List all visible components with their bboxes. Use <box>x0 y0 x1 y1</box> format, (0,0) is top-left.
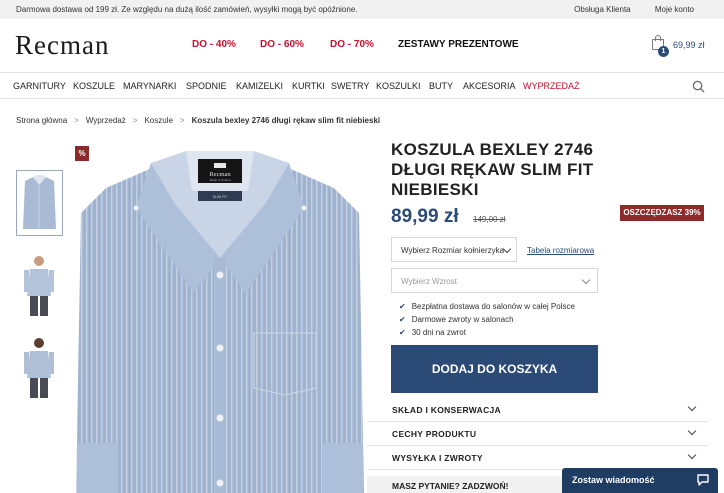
logo[interactable]: Recman <box>15 30 109 61</box>
shirt-thumbnail-image <box>23 175 56 229</box>
chevron-down-icon <box>687 426 697 436</box>
logo-text: Recman <box>15 30 110 60</box>
breadcrumb-separator: > <box>74 116 79 125</box>
model-front-image <box>24 256 54 316</box>
promo-40-link[interactable]: DO - 40% <box>192 39 236 50</box>
promo-70-link[interactable]: DO - 70% <box>330 39 374 50</box>
nav-item-kurtki[interactable]: KURTKI <box>292 81 325 91</box>
chevron-down-icon <box>687 402 697 412</box>
label-fit: SLIM FIT <box>213 195 228 199</box>
nav-item-koszule[interactable]: KOSZULE <box>73 81 115 91</box>
nav-item-akcesoria[interactable]: AKCESORIA <box>463 81 516 91</box>
nav-item-buty[interactable]: BUTY <box>429 81 453 91</box>
shirt-main-image: Recman Made in Poland SLIM FIT <box>76 151 364 493</box>
benefit-item: ✔ Bezpłatna dostawa do salonów w całej Po… <box>399 302 575 311</box>
accordion-label: SKŁAD I KONSERWACJA <box>392 405 501 415</box>
nav-item-wyprzedaz[interactable]: WYPRZEDAŻ <box>523 81 580 91</box>
collar-size-select[interactable]: Wybierz Rozmiar kołnierzyka <box>391 237 517 262</box>
size-chart-link[interactable]: Tabela rozmiarowa <box>527 246 594 255</box>
benefits-list: ✔ Bezpłatna dostawa do salonów w całej Po… <box>399 300 575 339</box>
chat-label: Zostaw wiadomość <box>572 475 655 485</box>
chat-widget-button[interactable]: Zostaw wiadomość <box>562 468 718 493</box>
thumbnail-model-front[interactable] <box>16 252 63 318</box>
breadcrumb-home[interactable]: Strona główna <box>16 116 67 125</box>
accordion-label: CECHY PRODUKTU <box>392 429 477 439</box>
check-icon: ✔ <box>399 328 406 337</box>
benefit-item: ✔ Darmowe zwroty w salonach <box>399 315 514 324</box>
promo-60-link[interactable]: DO - 60% <box>260 39 304 50</box>
product-title: KOSZULA BEXLEY 2746 DŁUGI RĘKAW SLIM FIT… <box>391 140 594 199</box>
thumbnail-shirt[interactable] <box>16 170 63 236</box>
discount-tag: % <box>75 146 89 161</box>
cart-total[interactable]: 69,99 zł <box>673 40 705 50</box>
collar-size-placeholder: Wybierz Rozmiar kołnierzyka <box>401 246 505 255</box>
label-brand: Recman <box>209 171 231 178</box>
chat-bubble-icon <box>697 474 709 486</box>
nav-item-marynarki[interactable]: MARYNARKI <box>123 81 176 91</box>
my-account-link[interactable]: Moje konto <box>655 5 694 14</box>
thumbnail-model-back[interactable] <box>16 334 63 400</box>
breadcrumb: Strona główna > Wyprzedaż > Koszule > Koszula … <box>16 116 380 125</box>
shipping-notice: Darmowa dostawa od 199 zł. Ze względu na… <box>16 5 358 14</box>
model-back-image <box>24 338 54 398</box>
check-icon: ✔ <box>399 315 406 324</box>
gift-sets-link[interactable]: ZESTAWY PREZENTOWE <box>398 39 519 50</box>
check-icon: ✔ <box>399 302 406 311</box>
main-product-image[interactable]: Recman Made in Poland SLIM FIT <box>76 143 364 493</box>
breadcrumb-separator: > <box>179 116 185 125</box>
breadcrumb-sale[interactable]: Wyprzedaż <box>86 116 126 125</box>
nav-item-spodnie[interactable]: SPODNIE <box>186 81 227 91</box>
accordion-features[interactable]: CECHY PRODUKTU <box>367 422 708 446</box>
accordion-composition[interactable]: SKŁAD I KONSERWACJA <box>367 398 708 422</box>
chevron-down-icon <box>581 275 591 285</box>
top-bar: Darmowa dostawa od 199 zł. Ze względu na… <box>0 0 724 19</box>
customer-service-link[interactable]: Obsługa Klienta <box>574 5 630 14</box>
phone-question-label: MASZ PYTANIE? ZADZWOŃ! <box>392 481 509 491</box>
nav-item-koszulki[interactable]: KOSZULKI <box>376 81 421 91</box>
savings-badge: OSZCZĘDZASZ 39% <box>620 205 704 221</box>
label-sub: Made in Poland <box>210 178 231 182</box>
nav-item-kamizelki[interactable]: KAMIZELKI <box>236 81 283 91</box>
height-placeholder: Wybierz Wzrost <box>401 277 457 286</box>
search-icon[interactable] <box>692 80 705 93</box>
accordion-label: WYSYŁKA I ZWROTY <box>392 453 483 463</box>
breadcrumb-current: Koszula bexley 2746 długi rękaw slim fit… <box>191 116 381 125</box>
add-to-cart-button[interactable]: DODAJ DO KOSZYKA <box>391 345 598 393</box>
main-nav: GARNITURY KOSZULE MARYNARKI SPODNIE KAMI… <box>0 72 724 99</box>
accordion-shipping[interactable]: WYSYŁKA I ZWROTY <box>367 446 708 470</box>
cart-count-badge: 1 <box>658 46 669 57</box>
breadcrumb-separator: > <box>132 116 138 125</box>
benefit-item: ✔ 30 dni na zwrot <box>399 328 466 337</box>
nav-item-garnitury[interactable]: GARNITURY <box>13 81 66 91</box>
breadcrumb-shirts[interactable]: Koszule <box>144 116 172 125</box>
chevron-down-icon <box>687 450 697 460</box>
nav-item-swetry[interactable]: SWETRY <box>331 81 369 91</box>
height-select[interactable]: Wybierz Wzrost <box>391 268 598 293</box>
old-price: 149,00 zł <box>473 215 506 224</box>
product-price: 89,99 zł <box>391 206 459 227</box>
